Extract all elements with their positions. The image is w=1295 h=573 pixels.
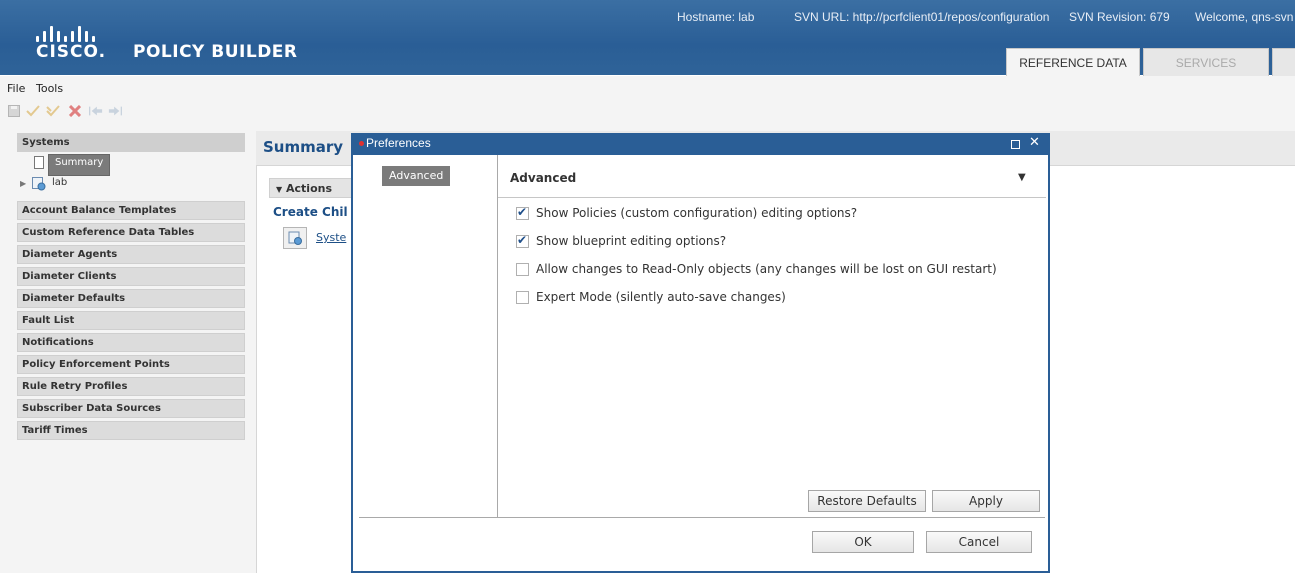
delete-icon[interactable] xyxy=(68,104,82,118)
product-name: POLICY BUILDER xyxy=(133,42,298,62)
option-label: Show blueprint editing options? xyxy=(536,234,727,248)
required-dot-icon xyxy=(359,141,364,146)
tab-services[interactable]: SERVICES xyxy=(1143,48,1269,77)
svn-url-label: SVN URL: http://pcrfclient01/repos/confi… xyxy=(794,10,1050,24)
tab-overflow[interactable] xyxy=(1272,48,1295,77)
sidebar-item-lab-label: lab xyxy=(52,177,68,188)
sidebar: Systems Summary ▶ lab Account Balance Te… xyxy=(0,131,257,573)
ok-button[interactable]: OK xyxy=(812,531,914,553)
page-title: Summary xyxy=(263,138,344,156)
menu-file[interactable]: File xyxy=(7,82,25,95)
app-header: CISCO. POLICY BUILDER Hostname: lab SVN … xyxy=(0,0,1295,77)
sidebar-item-tariff-times[interactable]: Tariff Times xyxy=(17,421,245,440)
brand-name: CISCO. xyxy=(36,42,107,62)
welcome-label: Welcome, qns-svn xyxy=(1195,10,1294,24)
cisco-logo-icon xyxy=(36,22,136,42)
show-policies-checkbox[interactable] xyxy=(516,205,529,220)
system-icon xyxy=(32,177,46,191)
save-icon[interactable] xyxy=(7,104,21,118)
dialog-divider-horizontal xyxy=(359,517,1045,518)
dialog-title-bar[interactable]: Preferences ✕ xyxy=(353,133,1048,155)
document-icon xyxy=(34,156,44,169)
expand-arrow-icon[interactable]: ▶ xyxy=(20,179,26,188)
show-blueprint-checkbox[interactable] xyxy=(516,233,529,248)
sidebar-item-account-balance-templates[interactable]: Account Balance Templates xyxy=(17,201,245,220)
sidebar-item-diameter-agents[interactable]: Diameter Agents xyxy=(17,245,245,264)
svn-revision-label: SVN Revision: 679 xyxy=(1069,10,1170,24)
forward-icon[interactable] xyxy=(108,104,122,118)
check-icon[interactable] xyxy=(26,104,40,118)
menu-tools[interactable]: Tools xyxy=(36,82,63,95)
option-label: Allow changes to Read-Only objects (any … xyxy=(536,262,997,276)
sidebar-item-rule-retry-profiles[interactable]: Rule Retry Profiles xyxy=(17,377,245,396)
expert-mode-checkbox[interactable] xyxy=(516,291,529,304)
actions-label: Actions xyxy=(286,182,332,195)
system-add-button[interactable] xyxy=(283,227,307,249)
option-label: Expert Mode (silently auto-save changes) xyxy=(536,290,786,304)
maximize-icon[interactable] xyxy=(1011,140,1020,149)
restore-defaults-button[interactable]: Restore Defaults xyxy=(808,490,926,512)
dialog-divider-vertical xyxy=(497,155,498,517)
advanced-section-header[interactable]: Advanced ▼ xyxy=(498,155,1046,198)
sidebar-item-notifications[interactable]: Notifications xyxy=(17,333,245,352)
sidebar-item-diameter-defaults[interactable]: Diameter Defaults xyxy=(17,289,245,308)
tab-reference-data[interactable]: REFERENCE DATA xyxy=(1006,48,1140,77)
sidebar-item-summary-label: Summary xyxy=(48,154,111,176)
create-child-heading: Create Chil xyxy=(273,205,348,219)
back-icon[interactable] xyxy=(89,104,103,118)
menu-toolbar: File Tools xyxy=(0,76,1295,131)
preferences-nav-advanced[interactable]: Advanced xyxy=(382,166,451,186)
preferences-dialog: Preferences ✕ Advanced Advanced ▼ Show P… xyxy=(351,133,1050,573)
sidebar-item-subscriber-data-sources[interactable]: Subscriber Data Sources xyxy=(17,399,245,418)
actions-panel-toggle[interactable]: ▼ Actions xyxy=(269,178,354,198)
collapse-arrow-icon: ▼ xyxy=(276,185,283,194)
sidebar-item-policy-enforcement-points[interactable]: Policy Enforcement Points xyxy=(17,355,245,374)
sidebar-item-fault-list[interactable]: Fault List xyxy=(17,311,245,330)
chevron-down-icon[interactable]: ▼ xyxy=(1018,172,1026,183)
close-icon[interactable]: ✕ xyxy=(1029,135,1040,150)
section-title: Advanced xyxy=(510,171,577,185)
option-label: Show Policies (custom configuration) edi… xyxy=(536,206,858,220)
dialog-title: Preferences xyxy=(366,136,431,150)
check-all-icon[interactable] xyxy=(46,104,60,118)
create-system-link[interactable]: Syste xyxy=(316,231,346,244)
apply-button[interactable]: Apply xyxy=(932,490,1040,512)
sidebar-item-custom-reference-data-tables[interactable]: Custom Reference Data Tables xyxy=(17,223,245,242)
sidebar-item-systems[interactable]: Systems xyxy=(17,133,245,152)
cancel-button[interactable]: Cancel xyxy=(926,531,1032,553)
hostname-label: Hostname: lab xyxy=(677,10,755,24)
allow-read-only-checkbox[interactable] xyxy=(516,263,529,276)
sidebar-item-diameter-clients[interactable]: Diameter Clients xyxy=(17,267,245,286)
